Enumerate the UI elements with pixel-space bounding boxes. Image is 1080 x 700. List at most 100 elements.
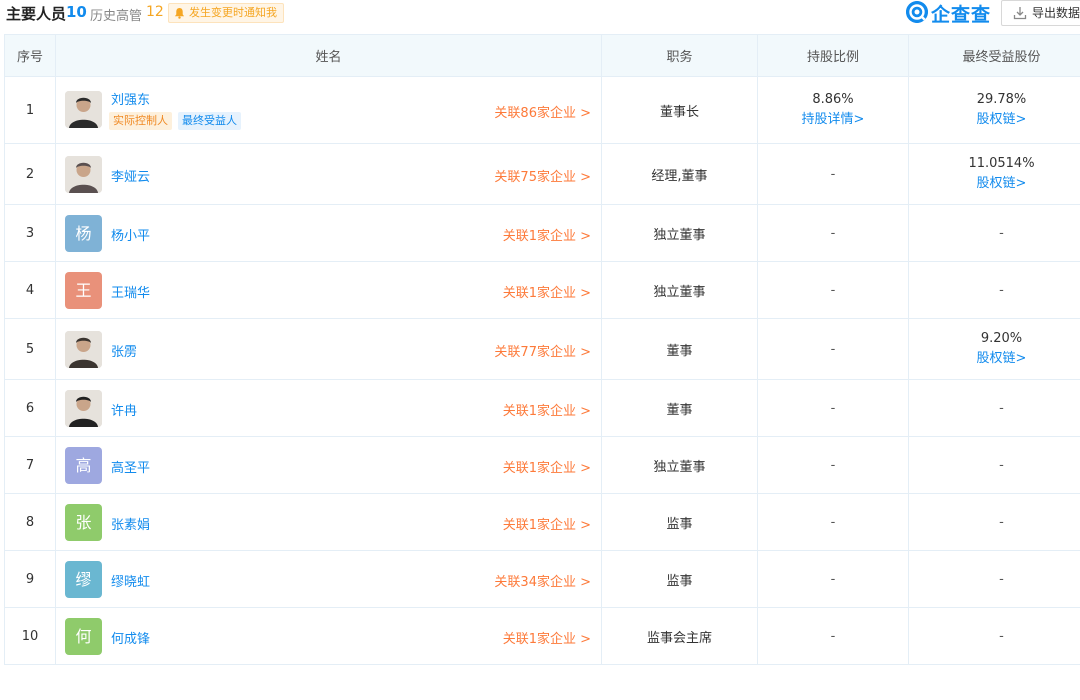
position-cell: 独立董事: [601, 204, 758, 262]
avatar-initial[interactable]: 何: [65, 618, 102, 655]
final-benefit-cell: -: [908, 379, 1080, 437]
export-data-button[interactable]: 导出数据: [1001, 0, 1080, 26]
avatar-photo[interactable]: [65, 91, 102, 128]
person-name-link[interactable]: 缪晓虹: [111, 571, 150, 590]
notify-label: 发生变更时通知我: [189, 6, 277, 19]
notify-button[interactable]: 发生变更时通知我: [168, 3, 284, 23]
column-header-index: 序号: [4, 34, 56, 77]
table-row: 10 何何成锋 关联1家企业 > 监事会主席 - -: [4, 607, 1080, 665]
final-benefit-value: -: [999, 400, 1004, 416]
final-benefit-cell: -: [908, 204, 1080, 262]
download-icon: [1013, 7, 1027, 20]
final-benefit-value: -: [999, 514, 1004, 530]
shareholding-value: -: [830, 514, 836, 530]
row-index: 9: [4, 550, 56, 608]
name-cell: 高高圣平 关联1家企业 >: [55, 436, 602, 494]
people-count: 10: [66, 3, 87, 21]
shareholding-cell: -: [757, 436, 909, 494]
shareholding-value: -: [830, 225, 836, 241]
position-cell: 独立董事: [601, 261, 758, 319]
person-name-link[interactable]: 王瑞华: [111, 282, 150, 301]
table-row: 1 刘强东 实际控制人 最终受益人 关联86家企业 > 董事长 8.86% 持股详情> 29.7…: [4, 76, 1080, 144]
name-cell: 王王瑞华 关联1家企业 >: [55, 261, 602, 319]
position-cell: 监事会主席: [601, 607, 758, 665]
column-header-name: 姓名: [55, 34, 602, 77]
section-header: 主要人员 10 历史高管 12 发生变更时通知我 企查查 导出数据: [0, 0, 1080, 26]
person-photo-icon: [65, 156, 102, 193]
tag-ultimate-beneficiary[interactable]: 最终受益人: [178, 112, 241, 130]
equity-chain-link[interactable]: 股权链>: [909, 174, 1080, 194]
final-benefit-cell: -: [908, 607, 1080, 665]
key-personnel-table: 序号 姓名 职务 持股比例 最终受益股份 1 刘强东 实际控制人 最终受益人 关联86家…: [4, 34, 1080, 665]
table-row: 6 许冉 关联1家企业 > 董事 - -: [4, 379, 1080, 437]
person-name-link[interactable]: 杨小平: [111, 225, 150, 244]
final-benefit-cell: 9.20% 股权链>: [908, 318, 1080, 380]
related-companies-link[interactable]: 关联1家企业 >: [503, 282, 591, 301]
equity-chain-link[interactable]: 股权链>: [909, 110, 1080, 130]
shareholding-value: -: [830, 400, 836, 416]
shareholding-cell: -: [757, 143, 909, 205]
avatar-initial[interactable]: 缪: [65, 561, 102, 598]
final-benefit-value: -: [999, 282, 1004, 298]
tag-actual-controller[interactable]: 实际控制人: [109, 112, 172, 130]
name-cell: 张张素娟 关联1家企业 >: [55, 493, 602, 551]
final-benefit-percent: 11.0514%: [968, 156, 1035, 171]
history-executives-link[interactable]: 历史高管: [90, 5, 142, 24]
avatar-initial[interactable]: 王: [65, 272, 102, 309]
person-name-link[interactable]: 张素娟: [111, 514, 150, 533]
shareholding-value: -: [830, 571, 836, 587]
related-companies-link[interactable]: 关联1家企业 >: [503, 514, 591, 533]
column-header-final-benefit: 最终受益股份: [908, 34, 1080, 77]
name-cell: 李娅云 关联75家企业 >: [55, 143, 602, 205]
shareholding-cell: -: [757, 607, 909, 665]
brand-text: 企查查: [931, 4, 992, 26]
final-benefit-percent: 29.78%: [976, 92, 1027, 107]
bell-icon: [174, 7, 185, 19]
person-name-link[interactable]: 高圣平: [111, 457, 150, 476]
related-companies-link[interactable]: 关联75家企业 >: [494, 166, 591, 185]
related-companies-link[interactable]: 关联86家企业 >: [494, 102, 591, 121]
final-benefit-cell: -: [908, 436, 1080, 494]
avatar-photo[interactable]: [65, 331, 102, 368]
position-cell: 经理,董事: [601, 143, 758, 205]
shareholding-percent: 8.86%: [812, 92, 854, 107]
avatar-initial[interactable]: 杨: [65, 215, 102, 252]
related-companies-link[interactable]: 关联1家企业 >: [503, 225, 591, 244]
person-tags: 实际控制人 最终受益人: [109, 112, 247, 130]
history-count[interactable]: 12: [146, 4, 164, 20]
position-cell: 董事长: [601, 76, 758, 144]
position-cell: 董事: [601, 318, 758, 380]
avatar-photo[interactable]: [65, 390, 102, 427]
person-name-link[interactable]: 李娅云: [111, 166, 150, 185]
final-benefit-cell: -: [908, 493, 1080, 551]
export-label: 导出数据: [1032, 6, 1080, 20]
person-name-link[interactable]: 刘强东: [111, 89, 150, 108]
shareholding-value: -: [830, 628, 836, 644]
holding-details-link[interactable]: 持股详情>: [758, 110, 908, 130]
final-benefit-value: -: [999, 457, 1004, 473]
shareholding-cell: 8.86% 持股详情>: [757, 76, 909, 144]
row-index: 4: [4, 261, 56, 319]
shareholding-value: -: [830, 166, 836, 182]
person-photo-icon: [65, 91, 102, 128]
shareholding-cell: -: [757, 204, 909, 262]
final-benefit-percent: 9.20%: [980, 331, 1023, 346]
avatar-initial[interactable]: 高: [65, 447, 102, 484]
related-companies-link[interactable]: 关联77家企业 >: [494, 341, 591, 360]
final-benefit-cell: 29.78% 股权链>: [908, 76, 1080, 144]
related-companies-link[interactable]: 关联34家企业 >: [494, 571, 591, 590]
person-name-link[interactable]: 何成锋: [111, 628, 150, 647]
avatar-initial[interactable]: 张: [65, 504, 102, 541]
person-photo-icon: [65, 331, 102, 368]
person-name-link[interactable]: 许冉: [111, 400, 137, 419]
avatar-photo[interactable]: [65, 156, 102, 193]
qichacha-logo-icon: [906, 1, 928, 23]
related-companies-link[interactable]: 关联1家企业 >: [503, 457, 591, 476]
name-cell: 张雳 关联77家企业 >: [55, 318, 602, 380]
related-companies-link[interactable]: 关联1家企业 >: [503, 400, 591, 419]
equity-chain-link[interactable]: 股权链>: [909, 349, 1080, 369]
name-cell: 缪缪晓虹 关联34家企业 >: [55, 550, 602, 608]
related-companies-link[interactable]: 关联1家企业 >: [503, 628, 591, 647]
person-name-link[interactable]: 张雳: [111, 341, 137, 360]
row-index: 3: [4, 204, 56, 262]
